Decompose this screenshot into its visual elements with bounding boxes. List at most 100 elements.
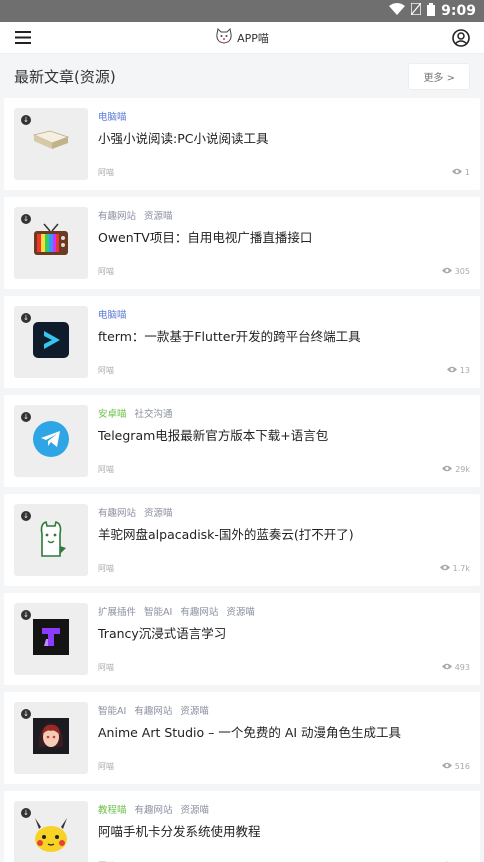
eye-icon bbox=[446, 366, 457, 375]
section-title: 最新文章(资源) bbox=[14, 67, 116, 86]
category-tag[interactable]: 扩展插件 bbox=[98, 604, 136, 618]
trancy-icon bbox=[32, 618, 70, 660]
category-tag[interactable]: 教程喵 bbox=[98, 802, 127, 816]
view-count-value: 13 bbox=[459, 366, 470, 375]
eye-icon bbox=[441, 762, 452, 771]
tag-list: 电脑喵 bbox=[98, 307, 470, 321]
category-tag[interactable]: 资源喵 bbox=[226, 604, 255, 618]
article-title[interactable]: fterm：一款基于Flutter开发的跨平台终端工具 bbox=[98, 326, 470, 345]
article-thumbnail[interactable]: ↓ bbox=[14, 108, 88, 180]
article-card[interactable]: ↓ 安卓喵 社交沟通 Telegram电报最新官方版本下载+语言包 阿喵 29k bbox=[4, 395, 480, 487]
article-card[interactable]: ↓ 电脑喵 小强小说阅读:PC小说阅读工具 阿喵 1 bbox=[4, 98, 480, 190]
tag-list: 安卓喵 社交沟通 bbox=[98, 406, 470, 420]
category-tag[interactable]: 安卓喵 bbox=[98, 406, 127, 420]
view-count-value: 305 bbox=[454, 267, 470, 276]
category-tag[interactable]: 资源喵 bbox=[144, 208, 173, 222]
category-tag[interactable]: 有趣网站 bbox=[135, 802, 173, 816]
tag-list: 电脑喵 bbox=[98, 109, 470, 123]
tag-list: 扩展插件 智能AI 有趣网站 资源喵 bbox=[98, 604, 470, 618]
category-tag[interactable]: 资源喵 bbox=[180, 703, 209, 717]
author-name: 阿喵 bbox=[98, 267, 114, 276]
category-tag[interactable]: 有趣网站 bbox=[180, 604, 218, 618]
eye-icon bbox=[442, 465, 453, 474]
category-tag[interactable]: 有趣网站 bbox=[98, 505, 136, 519]
tag-list: 智能AI 有趣网站 资源喵 bbox=[98, 703, 470, 717]
view-count: 516 bbox=[441, 761, 470, 772]
view-count-value: 516 bbox=[454, 762, 470, 771]
author-name: 阿喵 bbox=[98, 168, 114, 177]
download-icon: ↓ bbox=[21, 610, 31, 620]
article-title[interactable]: OwenTV项目：自用电视广播直播接口 bbox=[98, 227, 470, 246]
category-tag[interactable]: 智能AI bbox=[98, 703, 126, 717]
battery-icon bbox=[427, 2, 436, 20]
article-card[interactable]: ↓ 扩展插件 智能AI 有趣网站 资源喵 Trancy沉浸式语言学习 阿喵 493 bbox=[4, 593, 480, 685]
view-count-value: 29k bbox=[455, 465, 470, 474]
eye-icon bbox=[441, 663, 452, 672]
telegram-icon bbox=[32, 420, 70, 462]
category-tag[interactable]: 资源喵 bbox=[181, 802, 210, 816]
article-thumbnail[interactable]: ↓ bbox=[14, 306, 88, 378]
article-thumbnail[interactable]: ↓ bbox=[14, 702, 88, 774]
article-title[interactable]: Telegram电报最新官方版本下载+语言包 bbox=[98, 425, 470, 444]
view-count-value: 1 bbox=[464, 168, 470, 177]
signal-icon bbox=[410, 2, 422, 19]
tag-list: 教程喵 有趣网站 资源喵 bbox=[98, 802, 470, 816]
category-tag[interactable]: 有趣网站 bbox=[98, 208, 136, 222]
category-tag[interactable]: 电脑喵 bbox=[98, 109, 127, 123]
category-tag[interactable]: 社交沟通 bbox=[135, 406, 173, 420]
article-title[interactable]: 羊驼网盘alpacadisk-国外的蓝奏云(打不开了) bbox=[98, 524, 470, 543]
article-list: ↓ 电脑喵 小强小说阅读:PC小说阅读工具 阿喵 1 ↓ 有趣网站 资源喵 Owe… bbox=[0, 98, 484, 862]
download-icon: ↓ bbox=[21, 313, 31, 323]
download-icon: ↓ bbox=[21, 808, 31, 818]
category-tag[interactable]: 智能AI bbox=[144, 604, 172, 618]
article-thumbnail[interactable]: ↓ bbox=[14, 801, 88, 862]
article-thumbnail[interactable]: ↓ bbox=[14, 504, 88, 576]
user-account-icon[interactable] bbox=[450, 27, 472, 49]
terminal-icon bbox=[32, 321, 70, 363]
article-title[interactable]: Trancy沉浸式语言学习 bbox=[98, 623, 470, 642]
article-card[interactable]: ↓ 教程喵有趣网站资源喵 阿喵手机卡分发系统使用教程 阿喵 486 bbox=[4, 791, 480, 862]
article-card[interactable]: ↓ 有趣网站 资源喵 OwenTV项目：自用电视广播直播接口 阿喵 305 bbox=[4, 197, 480, 289]
more-button[interactable]: 更多 > bbox=[408, 62, 470, 90]
article-card[interactable]: ↓ 智能AI 有趣网站 资源喵 Anime Art Studio – 一个免费的 A… bbox=[4, 692, 480, 784]
view-count-value: 493 bbox=[454, 663, 470, 672]
article-thumbnail[interactable]: ↓ bbox=[14, 207, 88, 279]
view-count: 1 bbox=[451, 167, 470, 178]
download-icon: ↓ bbox=[21, 214, 31, 224]
author-name: 阿喵 bbox=[98, 465, 114, 474]
article-title[interactable]: 阿喵手机卡分发系统使用教程 bbox=[98, 821, 470, 840]
book-icon bbox=[32, 127, 70, 161]
article-card[interactable]: ↓ 电脑喵 fterm：一款基于Flutter开发的跨平台终端工具 阿喵 13 bbox=[4, 296, 480, 388]
author-name: 阿喵 bbox=[98, 564, 114, 573]
author-name: 阿喵 bbox=[98, 366, 114, 375]
tag-list: 有趣网站 资源喵 bbox=[98, 505, 470, 519]
eye-icon bbox=[451, 168, 462, 177]
view-count: 305 bbox=[441, 266, 470, 277]
wifi-icon bbox=[389, 3, 406, 19]
app-bar: APP喵 bbox=[0, 22, 484, 54]
app-name: APP喵 bbox=[237, 31, 269, 45]
view-count: 29k bbox=[442, 464, 470, 475]
download-icon: ↓ bbox=[21, 511, 31, 521]
status-time: 9:09 bbox=[441, 3, 476, 19]
category-tag[interactable]: 资源喵 bbox=[144, 505, 173, 519]
tv-icon bbox=[32, 222, 70, 264]
view-count: 1.7k bbox=[439, 563, 470, 574]
view-count: 13 bbox=[446, 365, 470, 376]
anime-avatar-icon bbox=[32, 717, 70, 759]
download-icon: ↓ bbox=[21, 412, 31, 422]
download-icon: ↓ bbox=[21, 115, 31, 125]
article-thumbnail[interactable]: ↓ bbox=[14, 603, 88, 675]
article-title[interactable]: Anime Art Studio – 一个免费的 AI 动漫角色生成工具 bbox=[98, 722, 470, 741]
article-thumbnail[interactable]: ↓ bbox=[14, 405, 88, 477]
article-title[interactable]: 小强小说阅读:PC小说阅读工具 bbox=[98, 128, 470, 147]
cat-logo-icon bbox=[215, 27, 233, 47]
app-logo[interactable]: APP喵 bbox=[215, 27, 269, 47]
download-icon: ↓ bbox=[21, 709, 31, 719]
category-tag[interactable]: 有趣网站 bbox=[134, 703, 172, 717]
menu-icon[interactable] bbox=[12, 27, 34, 49]
pikachu-icon bbox=[31, 815, 71, 859]
article-card[interactable]: ↓ 有趣网站 资源喵 羊驼网盘alpacadisk-国外的蓝奏云(打不开了) 阿喵… bbox=[4, 494, 480, 586]
eye-icon bbox=[439, 564, 450, 573]
category-tag[interactable]: 电脑喵 bbox=[98, 307, 127, 321]
